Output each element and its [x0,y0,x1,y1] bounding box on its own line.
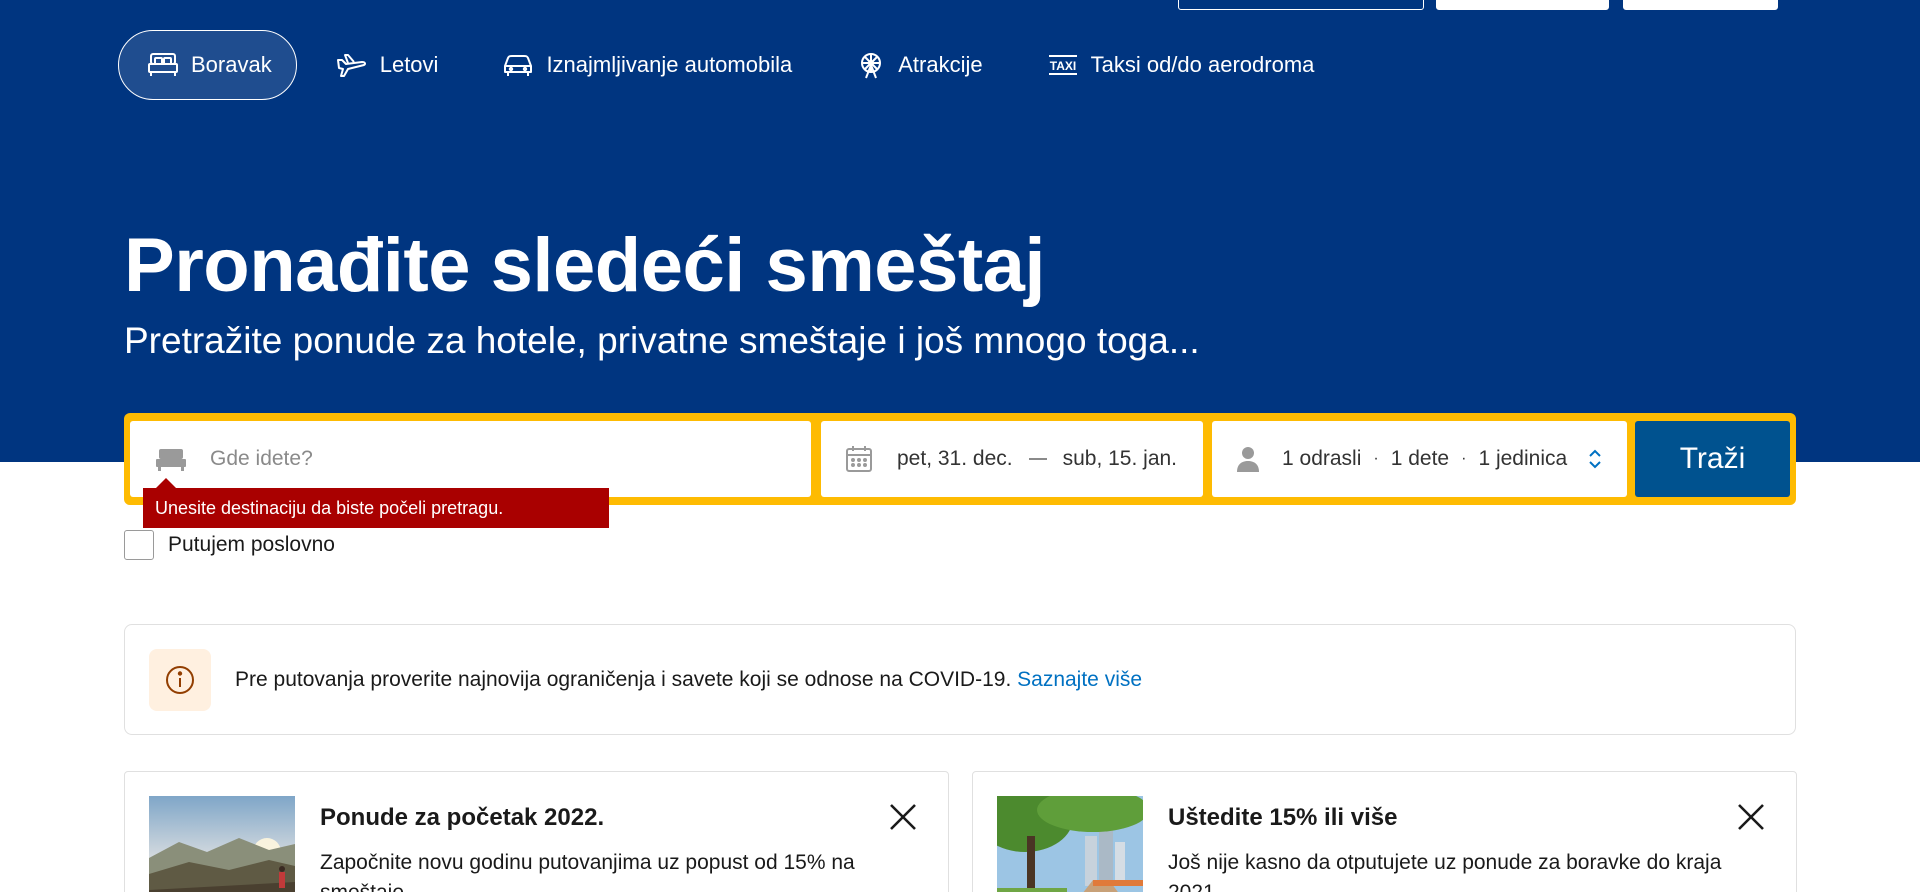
promo-title: Ponude za početak 2022. [320,804,605,831]
business-travel-option[interactable]: Putujem poslovno [124,530,335,560]
nav-item-flights[interactable]: Letovi [307,30,464,100]
destination-error-tooltip: Unesite destinaciju da biste počeli pret… [143,488,609,528]
covid-notice: Pre putovanja proverite najnovija ograni… [124,624,1796,735]
close-icon[interactable] [886,800,920,834]
category-nav: Boravak Letovi Iznajmljivanje automobila [118,30,1349,100]
checkout-date[interactable]: sub, 15. jan. [1063,447,1177,471]
taxi-icon: TAXI [1048,55,1077,75]
destination-field[interactable] [130,421,811,497]
nav-item-stays[interactable]: Boravak [118,30,297,100]
calendar-icon [846,446,872,472]
page-subtitle: Pretražite ponude za hotele, privatne sm… [124,320,1200,361]
nav-item-label: Iznajmljivanje automobila [546,52,793,77]
nav-item-airport-taxi[interactable]: TAXI Taksi od/do aerodroma [1018,30,1340,100]
plane-icon [336,54,366,77]
search-button[interactable]: Traži [1635,421,1790,497]
guests-field[interactable]: 1 odrasli · 1 dete · 1 jedinica [1212,421,1627,497]
ferris-wheel-icon [861,53,882,79]
date-separator [1028,458,1047,460]
promo-description: Još nije kasno da otputujete uz ponude z… [1168,851,1722,892]
nav-item-label: Letovi [379,52,439,77]
bed-icon [148,53,178,76]
adults-count: 1 odrasli [1282,447,1362,470]
business-travel-checkbox[interactable] [124,530,154,560]
svg-text:TAXI: TAXI [1049,59,1075,73]
covid-learn-more-link[interactable]: Saznajte više [1017,668,1142,691]
header-signin-button[interactable] [1623,0,1778,10]
separator-dot: · [1461,450,1467,467]
separator-dot: · [1373,450,1379,467]
promo-card[interactable]: Ponude za početak 2022. Započnite novu g… [124,771,949,892]
rooms-count: 1 jedinica [1478,447,1568,470]
info-icon [149,648,211,711]
promo-image-mountain-town [149,796,295,892]
person-icon [1237,447,1259,472]
chevron-up-down-icon [1589,449,1601,469]
nav-item-label: Boravak [191,52,272,77]
hero-banner: Boravak Letovi Iznajmljivanje automobila [0,0,1920,462]
close-icon[interactable] [1734,800,1768,834]
promo-card[interactable]: Uštedite 15% ili više Još nije kasno da … [972,771,1797,892]
checkin-date[interactable]: pet, 31. dec. [897,447,1013,471]
error-tooltip-arrow [156,478,176,488]
children-count: 1 dete [1390,447,1450,470]
promo-image-city-park [997,796,1143,892]
nav-item-car-rental[interactable]: Iznajmljivanje automobila [473,30,817,100]
business-travel-label[interactable]: Putujem poslovno [168,533,335,557]
destination-input[interactable] [210,447,770,471]
promo-description: Započnite novu godinu putovanjima uz pop… [320,851,855,892]
nav-item-label: Taksi od/do aerodroma [1090,52,1315,77]
page-title: Pronađite sledeći smeštaj [124,223,1046,308]
car-icon [504,55,533,76]
promo-title: Uštedite 15% ili više [1168,804,1398,831]
covid-message: Pre putovanja proverite najnovija ograni… [235,667,1012,691]
header-outline-button[interactable] [1178,0,1424,10]
bed-icon [156,449,186,471]
date-range-field[interactable]: pet, 31. dec. sub, 15. jan. [821,421,1203,497]
nav-item-attractions[interactable]: Atrakcije [827,30,1007,100]
covid-notice-text: Pre putovanja proverite najnovija ograni… [235,668,1142,692]
header-register-button[interactable] [1436,0,1609,10]
nav-item-label: Atrakcije [898,52,983,77]
